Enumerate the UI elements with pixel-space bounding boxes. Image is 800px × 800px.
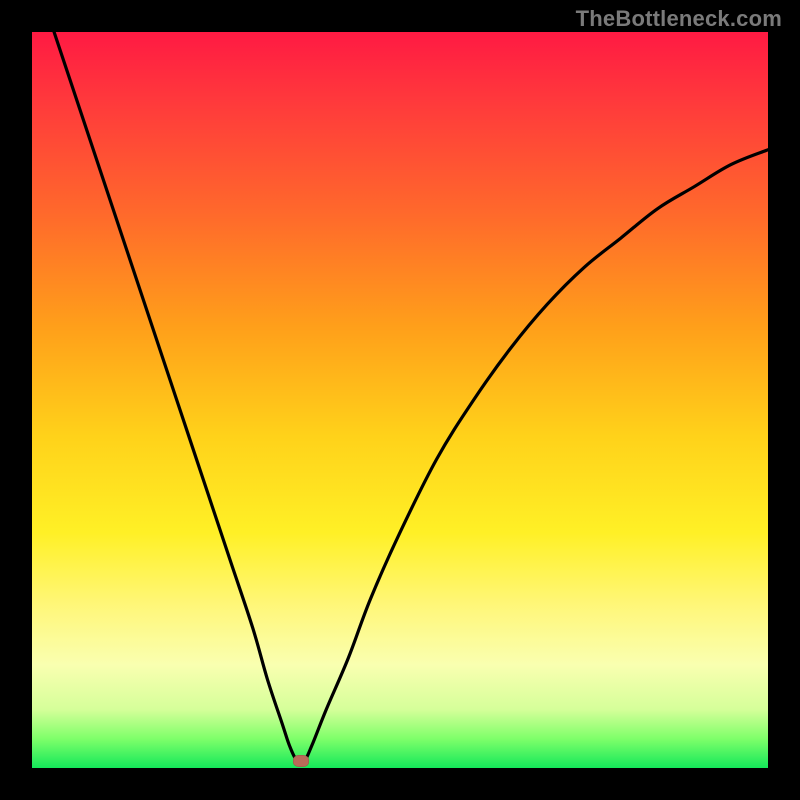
- bottleneck-curve: [32, 32, 768, 768]
- chart-frame: TheBottleneck.com: [0, 0, 800, 800]
- optimal-point-marker: [293, 755, 309, 767]
- plot-area: [32, 32, 768, 768]
- watermark-text: TheBottleneck.com: [576, 6, 782, 32]
